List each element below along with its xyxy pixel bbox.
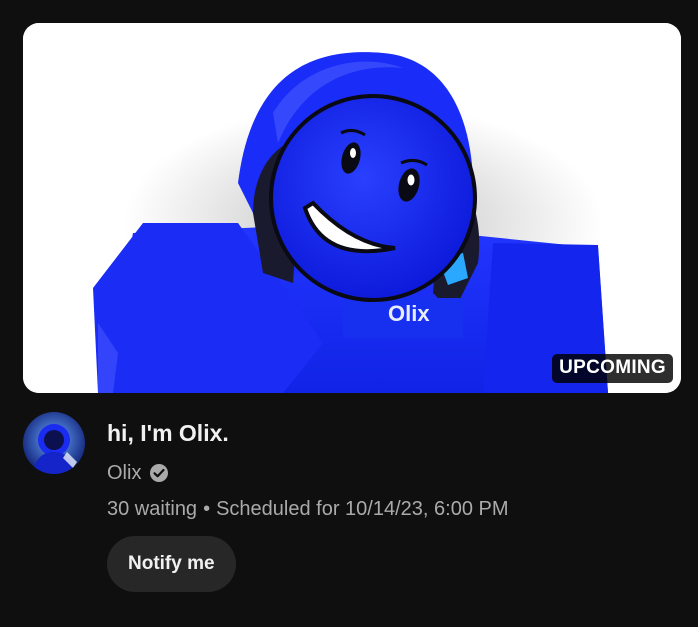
thumbnail-logo-text: Olix [388, 301, 430, 326]
upcoming-badge: UPCOMING [552, 354, 673, 383]
check-circle-icon [149, 463, 169, 483]
channel-name[interactable]: Olix [107, 460, 141, 486]
video-meta: hi, I'm Olix. Olix 30 waiting • Scheduled … [107, 418, 677, 522]
channel-row: Olix [107, 460, 677, 486]
channel-avatar[interactable] [23, 412, 85, 474]
video-thumbnail[interactable]: Olix UPCOMING [23, 23, 681, 393]
avatar-image [23, 412, 85, 474]
waiting-count: 30 waiting [107, 498, 198, 520]
thumbnail-art: Olix [23, 23, 681, 393]
stats-row: 30 waiting • Scheduled for 10/14/23, 6:00 … [107, 496, 677, 522]
scheduled-time: Scheduled for 10/14/23, 6:00 PM [216, 498, 509, 520]
video-card: Olix UPCOMING hi, I'm Olix. Olix 30 wait… [0, 0, 698, 627]
notify-me-button[interactable]: Notify me [107, 536, 236, 592]
video-title[interactable]: hi, I'm Olix. [107, 418, 677, 448]
separator-dot: • [203, 498, 211, 520]
